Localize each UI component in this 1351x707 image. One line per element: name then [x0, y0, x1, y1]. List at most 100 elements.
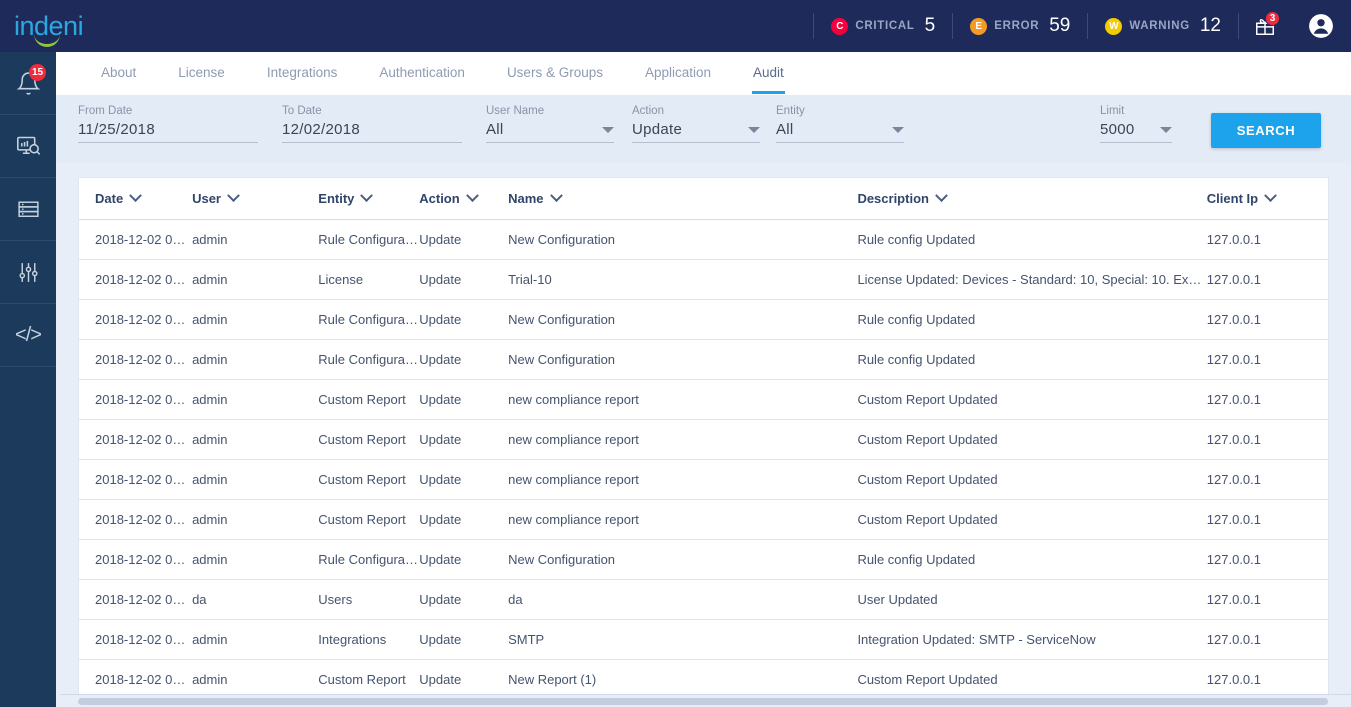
top-bar: indeni C CRITICAL 5 E ERROR 59 W WARNING [0, 0, 1351, 52]
cell-entity: Custom Report [318, 459, 420, 500]
warning-count: 12 [1199, 15, 1221, 36]
tab-authentication[interactable]: Authentication [358, 51, 486, 94]
limit-field[interactable]: Limit 5000 [1100, 105, 1172, 143]
sidebar-item-analysis[interactable] [0, 115, 56, 178]
horizontal-scrollbar-thumb[interactable] [78, 698, 1328, 705]
table-row[interactable]: 2018-12-02 05:18 da Users Update da User Upda… [79, 579, 1328, 620]
indeni-logo: indeni [14, 12, 84, 47]
status-warning[interactable]: W WARNING 12 [1088, 0, 1238, 52]
column-header-name[interactable]: Name [508, 178, 858, 220]
sidebar-item-scripts[interactable]: </> [0, 304, 56, 367]
cell-description: Custom Report Updated [857, 499, 1207, 540]
cell-client-ip: 127.0.0.1 [1206, 219, 1328, 260]
cell-description: Rule config Updated [857, 299, 1207, 340]
tab-application[interactable]: Application [624, 51, 732, 94]
table-row[interactable]: 2018-12-02 06:35adminRule Configurations… [79, 299, 1328, 340]
cell-description: Rule config Updated [857, 219, 1207, 260]
column-header-description[interactable]: Description [857, 178, 1207, 220]
table-row[interactable]: 2018-12-02 05:08 admin Integrations Update S… [79, 619, 1328, 660]
table-row[interactable]: 2018-12-02 05:58 admin Custom Report Update… [79, 379, 1328, 420]
cell-action: Update [419, 219, 509, 260]
tab-users-and-groups[interactable]: Users & Groups [486, 51, 624, 94]
table-row[interactable]: 2018-12-02 05:49 admin Custom Report Update… [79, 499, 1328, 540]
account-button[interactable] [1291, 0, 1351, 52]
limit-select[interactable]: 5000 [1100, 121, 1172, 143]
sidebar-item-alerts[interactable]: 15 [0, 52, 56, 115]
cell-action: Update [419, 459, 509, 500]
chevron-down-icon [602, 126, 614, 133]
cell-description: Rule config Updated [857, 339, 1207, 380]
cell-name: New Configuration [508, 299, 858, 340]
cell-name: new compliance report [508, 499, 858, 540]
table-row[interactable]: 2018-12-02 05:28adminRule Configurations… [79, 539, 1328, 580]
action-select[interactable]: Update [632, 121, 760, 143]
error-count: 59 [1049, 15, 1071, 36]
cell-date: 2018-12-02 05:28 [79, 539, 193, 580]
column-label-entity: Entity [318, 191, 355, 206]
cell-name: new compliance report [508, 419, 858, 460]
from-date-field[interactable]: From Date 11/25/2018 [78, 105, 258, 143]
chevron-down-icon [549, 189, 563, 203]
chevron-down-icon [129, 189, 143, 203]
error-label: ERROR [994, 20, 1040, 32]
sidebar-item-devices[interactable] [0, 178, 56, 241]
search-button[interactable]: SEARCH [1211, 113, 1321, 148]
gift-button[interactable]: 3 [1239, 0, 1291, 52]
horizontal-scrollbar[interactable] [60, 694, 1351, 707]
action-label: Action [632, 105, 664, 117]
chevron-down-icon [1160, 126, 1172, 133]
tab-integrations[interactable]: Integrations [246, 51, 359, 94]
audit-table-head: Date User Entity Action Name Description… [79, 178, 1328, 220]
cell-date: 2018-12-02 06:41 [79, 259, 193, 300]
limit-label: Limit [1100, 105, 1125, 117]
cell-date: 2018-12-02 05:18 [79, 579, 193, 620]
table-row[interactable]: 2018-12-02 06:41 admin License Update Trial-… [79, 259, 1328, 300]
chevron-down-icon [360, 189, 374, 203]
tab-license[interactable]: License [157, 51, 246, 94]
column-header-client-ip[interactable]: Client Ip [1206, 178, 1328, 220]
sidebar-item-settings[interactable] [0, 241, 56, 304]
column-header-date[interactable]: Date [79, 178, 193, 220]
audit-table-body: 2018-12-02 06:57 admin Rule Configurations… [79, 219, 1328, 700]
logo-area[interactable]: indeni [0, 0, 140, 52]
entity-field[interactable]: Entity All [776, 105, 904, 143]
user-name-value: All [486, 121, 504, 138]
tab-about[interactable]: About [80, 51, 157, 94]
table-row[interactable]: 2018-12-02 05:57 admin Custom Report Update… [79, 419, 1328, 460]
status-critical[interactable]: C CRITICAL 5 [814, 0, 952, 52]
cell-user: admin [192, 539, 319, 580]
user-name-field[interactable]: User Name All [486, 105, 614, 143]
server-rack-icon [17, 200, 39, 217]
cell-name: New Configuration [508, 339, 858, 380]
audit-table: Date User Entity Action Name Description… [79, 178, 1328, 700]
cell-entity: Rule Configurations [318, 299, 420, 340]
cell-action: Update [419, 259, 509, 300]
main-content: About License Integrations Authenticatio… [56, 52, 1351, 707]
table-row[interactable]: 2018-12-02 05:49 admin Custom Report Update… [79, 459, 1328, 500]
cell-client-ip: 127.0.0.1 [1206, 459, 1328, 500]
column-header-entity[interactable]: Entity [318, 178, 420, 220]
cell-date: 2018-12-02 05:08 [79, 619, 193, 660]
to-date-field[interactable]: To Date 12/02/2018 [282, 105, 462, 143]
tab-audit[interactable]: Audit [732, 51, 805, 94]
action-field[interactable]: Action Update [632, 105, 760, 143]
column-header-action[interactable]: Action [419, 178, 509, 220]
table-row[interactable]: 2018-12-02 06:29adminRule Configurations… [79, 339, 1328, 380]
sliders-icon [18, 262, 38, 282]
cell-name: New Configuration [508, 539, 858, 580]
entity-select[interactable]: All [776, 121, 904, 143]
to-date-input[interactable]: 12/02/2018 [282, 121, 462, 143]
cell-action: Update [419, 579, 509, 620]
settings-tabs: About License Integrations Authenticatio… [56, 52, 1351, 95]
cell-description: Rule config Updated [857, 539, 1207, 580]
cell-user: admin [192, 619, 319, 660]
column-header-user[interactable]: User [192, 178, 319, 220]
from-date-input[interactable]: 11/25/2018 [78, 121, 258, 143]
table-row[interactable]: 2018-12-02 06:57adminRule Configurations… [79, 219, 1328, 260]
status-error[interactable]: E ERROR 59 [953, 0, 1087, 52]
cell-user: admin [192, 379, 319, 420]
gift-badge: 3 [1265, 11, 1280, 26]
cell-date: 2018-12-02 06:57 [79, 219, 193, 260]
user-name-select[interactable]: All [486, 121, 614, 143]
cell-action: Update [419, 499, 509, 540]
